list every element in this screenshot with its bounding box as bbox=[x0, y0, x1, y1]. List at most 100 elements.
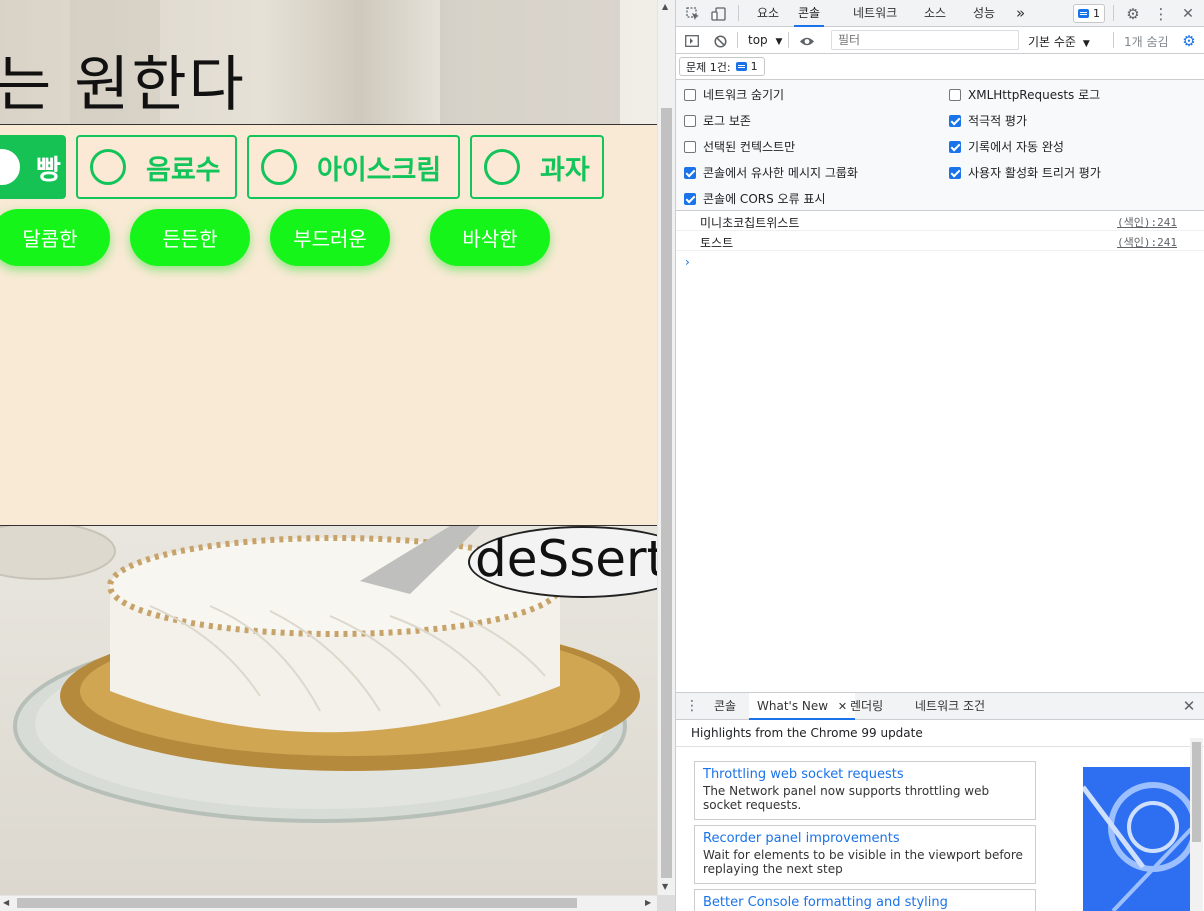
page-horizontal-scrollbar[interactable]: ◀ ▶ bbox=[0, 895, 657, 911]
drawer-tab-label: What's New bbox=[757, 699, 829, 713]
separator bbox=[738, 5, 739, 21]
console-prompt-icon[interactable]: › bbox=[685, 255, 690, 269]
console-toolbar: top ▼ 기본 수준 ▼ 1개 숨김 ⚙ bbox=[676, 27, 1204, 54]
page-vertical-scrollbar[interactable]: ▲ ▼ bbox=[657, 0, 675, 895]
setting-show-cors-errors[interactable]: 콘솔에 CORS 오류 표시 bbox=[684, 190, 826, 207]
setting-label: 콘솔에서 유사한 메시지 그룹화 bbox=[703, 166, 858, 180]
setting-group-similar[interactable]: 콘솔에서 유사한 메시지 그룹화 bbox=[684, 164, 858, 181]
category-icecream[interactable]: 아이스크림 bbox=[247, 135, 460, 199]
scroll-thumb[interactable] bbox=[17, 898, 577, 908]
drawer-tab-network-conditions[interactable]: 네트워크 조건 bbox=[915, 693, 985, 720]
tag-crispy[interactable]: 바삭한 bbox=[430, 209, 550, 266]
more-tabs-icon[interactable]: » bbox=[1016, 0, 1025, 27]
log-message: 토스트 bbox=[700, 236, 734, 250]
tab-sources[interactable]: 소스 bbox=[924, 0, 946, 27]
setting-selected-context-only[interactable]: 선택된 컨텍스트만 bbox=[684, 138, 795, 155]
tab-network[interactable]: 네트워크 bbox=[853, 0, 897, 27]
tag-sweet[interactable]: 달콤한 bbox=[0, 209, 110, 266]
checkbox[interactable] bbox=[949, 140, 961, 153]
category-snacks[interactable]: 과자 bbox=[470, 135, 604, 199]
scroll-thumb[interactable] bbox=[1192, 742, 1201, 842]
issues-badge[interactable]: 1 bbox=[1073, 4, 1105, 23]
whats-new-scrollbar[interactable] bbox=[1190, 738, 1203, 911]
separator bbox=[737, 32, 738, 48]
console-log-row: 미니초코칩트위스트 (색인):241 bbox=[676, 211, 1204, 231]
drawer-tab-console[interactable]: 콘솔 bbox=[714, 693, 736, 720]
log-source-link[interactable]: (색인):241 bbox=[1117, 214, 1177, 230]
hero-banner: 는 원한다 bbox=[0, 0, 657, 124]
category-label: 과자 bbox=[540, 154, 590, 186]
drawer-tab-rendering[interactable]: 렌더링 bbox=[850, 693, 883, 720]
setting-preserve-log[interactable]: 로그 보존 bbox=[684, 112, 751, 129]
checkbox[interactable] bbox=[949, 166, 961, 179]
log-source-link[interactable]: (색인):241 bbox=[1117, 234, 1177, 250]
radio-icon bbox=[261, 149, 297, 185]
category-bread[interactable]: 빵 bbox=[0, 135, 66, 199]
card-title[interactable]: Recorder panel improvements bbox=[703, 830, 1027, 848]
issues-badge-count: 1 bbox=[1093, 7, 1100, 20]
setting-autocomplete-history[interactable]: 기록에서 자동 완성 bbox=[949, 138, 1064, 155]
settings-gear-icon[interactable]: ⚙ bbox=[1123, 4, 1143, 24]
checkbox[interactable] bbox=[684, 192, 696, 205]
filter-input[interactable] bbox=[831, 30, 1019, 50]
setting-user-activation-eval[interactable]: 사용자 활성화 트리거 평가 bbox=[949, 164, 1101, 181]
issues-bar: 문제 1건: 1 bbox=[676, 54, 1204, 80]
setting-log-xhr[interactable]: XMLHttpRequests 로그 bbox=[949, 86, 1100, 103]
clear-console-icon[interactable] bbox=[710, 31, 730, 51]
scroll-down-icon[interactable]: ▼ bbox=[662, 882, 668, 891]
category-label: 아이스크림 bbox=[317, 154, 442, 186]
scroll-thumb[interactable] bbox=[661, 108, 672, 878]
inspect-element-icon[interactable] bbox=[683, 4, 703, 24]
checkbox[interactable] bbox=[684, 140, 696, 153]
drawer-menu-icon[interactable]: ⋮ bbox=[682, 696, 702, 716]
card-title[interactable]: Throttling web socket requests bbox=[703, 766, 1027, 784]
issues-summary-count: 1 bbox=[750, 60, 758, 73]
scroll-left-icon[interactable]: ◀ bbox=[3, 898, 9, 907]
tab-elements[interactable]: 요소 bbox=[757, 0, 779, 27]
scroll-up-icon[interactable]: ▲ bbox=[662, 2, 668, 11]
hero-title: 는 원한다 bbox=[0, 50, 246, 120]
device-toolbar-icon[interactable] bbox=[709, 4, 729, 24]
separator bbox=[1113, 5, 1114, 21]
close-drawer-icon[interactable]: ✕ bbox=[1179, 696, 1199, 716]
checkbox[interactable] bbox=[949, 114, 961, 127]
setting-eager-evaluation[interactable]: 적극적 평가 bbox=[949, 112, 1027, 129]
sidebar-toggle-icon[interactable] bbox=[682, 31, 702, 51]
log-level-select[interactable]: 기본 수준 ▼ bbox=[1028, 33, 1090, 50]
context-value: top bbox=[748, 33, 768, 47]
page-viewport: 는 원한다 빵 음료수 아이스크림 과자 달콤한 든든한 부드러운 바삭한 de… bbox=[0, 0, 657, 895]
checkbox[interactable] bbox=[949, 88, 961, 101]
scrollbar-corner bbox=[657, 895, 675, 911]
card-title[interactable]: Better Console formatting and styling bbox=[703, 894, 1027, 911]
hidden-messages-count: 1개 숨김 bbox=[1124, 35, 1169, 49]
message-icon bbox=[1078, 9, 1089, 18]
tag-filling[interactable]: 든든한 bbox=[130, 209, 250, 266]
separator bbox=[788, 32, 789, 48]
dessert-bubble-text: deSsert bbox=[475, 530, 657, 588]
scroll-right-icon[interactable]: ▶ bbox=[645, 898, 651, 907]
checkbox[interactable] bbox=[684, 166, 696, 179]
drawer-tab-whats-new[interactable]: What's New ✕ bbox=[749, 693, 856, 720]
issues-summary-button[interactable]: 문제 1건: 1 bbox=[679, 57, 765, 76]
close-tab-icon[interactable]: ✕ bbox=[838, 700, 847, 713]
whats-new-card[interactable]: Recorder panel improvements Wait for ele… bbox=[694, 825, 1036, 884]
whats-new-header: Highlights from the Chrome 99 update bbox=[676, 720, 1204, 747]
checkbox[interactable] bbox=[684, 88, 696, 101]
close-devtools-icon[interactable]: ✕ bbox=[1178, 4, 1198, 24]
category-drinks[interactable]: 음료수 bbox=[76, 135, 237, 199]
kebab-menu-icon[interactable]: ⋮ bbox=[1151, 4, 1171, 24]
tag-soft[interactable]: 부드러운 bbox=[270, 209, 390, 266]
checkbox[interactable] bbox=[684, 114, 696, 127]
setting-label: 적극적 평가 bbox=[968, 114, 1028, 128]
whats-new-card[interactable]: Throttling web socket requests The Netwo… bbox=[694, 761, 1036, 820]
log-message: 미니초코칩트위스트 bbox=[700, 216, 800, 230]
log-level-value: 기본 수준 bbox=[1028, 35, 1076, 49]
context-selector[interactable]: top ▼ bbox=[748, 33, 782, 47]
live-expression-eye-icon[interactable] bbox=[797, 31, 817, 51]
console-settings-gear-icon[interactable]: ⚙ bbox=[1179, 31, 1199, 51]
whats-new-card[interactable]: Better Console formatting and styling bbox=[694, 889, 1036, 911]
tab-console[interactable]: 콘솔 bbox=[794, 0, 825, 27]
tab-performance[interactable]: 성능 bbox=[973, 0, 995, 27]
setting-hide-network[interactable]: 네트워크 숨기기 bbox=[684, 86, 784, 103]
radio-icon bbox=[90, 149, 126, 185]
